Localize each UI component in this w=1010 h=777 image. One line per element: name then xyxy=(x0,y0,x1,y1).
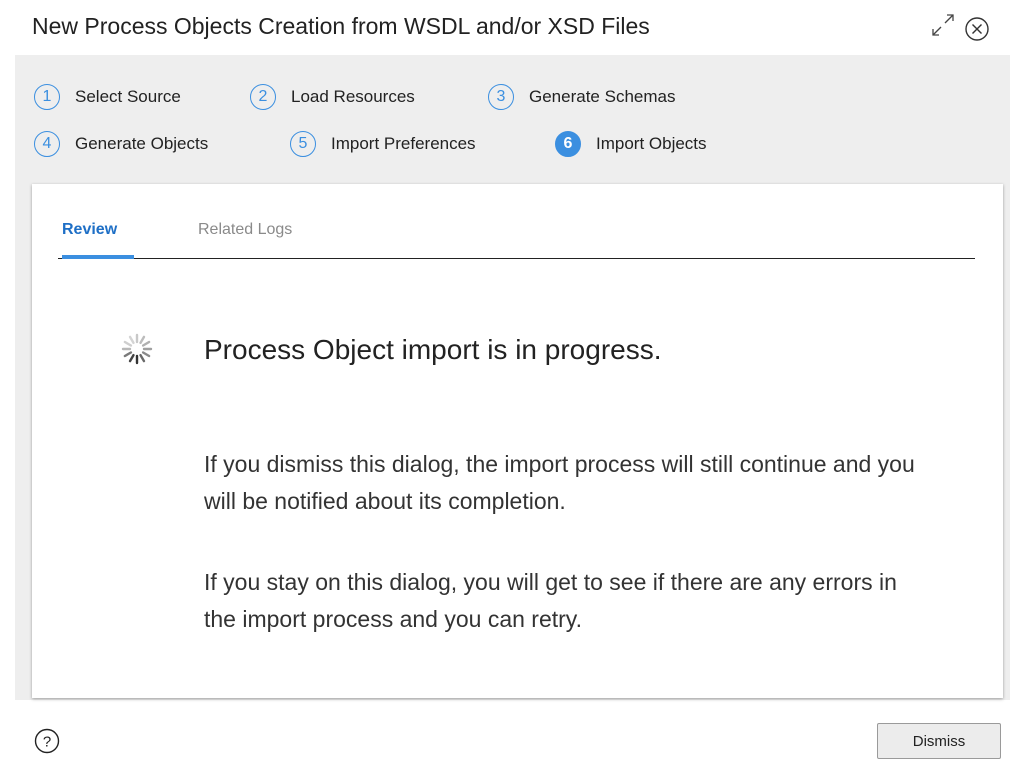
svg-text:?: ? xyxy=(43,734,51,751)
step-label: Load Resources xyxy=(291,87,415,106)
title-bar: New Process Objects Creation from WSDL a… xyxy=(0,0,1010,55)
step-select-source[interactable]: 1 Select Source xyxy=(34,82,181,112)
step-number: 2 xyxy=(250,84,276,110)
step-generate-objects[interactable]: 4 Generate Objects xyxy=(34,129,208,159)
dismiss-button[interactable]: Dismiss xyxy=(877,723,1001,759)
step-number: 3 xyxy=(488,84,514,110)
progress-heading: Process Object import is in progress. xyxy=(204,334,662,365)
step-label: Import Objects xyxy=(596,134,707,153)
import-dialog: New Process Objects Creation from WSDL a… xyxy=(0,0,1010,777)
dismiss-info-text: If you dismiss this dialog, the import p… xyxy=(204,451,915,514)
close-icon[interactable] xyxy=(964,16,990,42)
step-generate-schemas[interactable]: 3 Generate Schemas xyxy=(488,82,675,112)
step-import-objects[interactable]: 6 Import Objects xyxy=(555,129,707,159)
expand-icon[interactable] xyxy=(930,12,956,38)
dialog-title: New Process Objects Creation from WSDL a… xyxy=(32,13,650,39)
step-label: Import Preferences xyxy=(331,134,476,153)
tab-selected-indicator xyxy=(62,255,134,259)
step-import-preferences[interactable]: 5 Import Preferences xyxy=(290,129,476,159)
loading-spinner-icon xyxy=(121,333,153,365)
step-number: 4 xyxy=(34,131,60,157)
tab-related-logs[interactable]: Related Logs xyxy=(198,221,292,239)
tab-review[interactable]: Review xyxy=(62,221,134,259)
step-number: 5 xyxy=(290,131,316,157)
stay-info-text: If you stay on this dialog, you will get… xyxy=(204,569,897,632)
tab-bar: Review Related Logs xyxy=(58,219,975,259)
step-load-resources[interactable]: 2 Load Resources xyxy=(250,82,415,112)
step-label: Select Source xyxy=(75,87,181,106)
step-label: Generate Objects xyxy=(75,134,209,153)
step-number: 6 xyxy=(555,131,581,157)
step-number: 1 xyxy=(34,84,60,110)
step-label: Generate Schemas xyxy=(529,87,676,106)
content-card: Review Related Logs Process Object impor… xyxy=(32,184,1003,698)
tab-label: Review xyxy=(62,221,118,238)
help-icon[interactable]: ? xyxy=(34,728,60,754)
